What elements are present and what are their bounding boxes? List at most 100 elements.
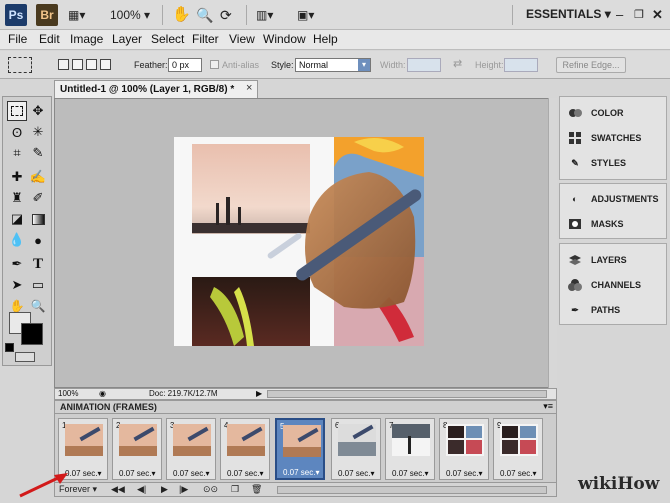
default-colors-icon[interactable]: [5, 343, 14, 352]
zoom-tool-icon[interactable]: 🔍: [196, 6, 213, 24]
panel-layers[interactable]: LAYERS: [568, 251, 627, 269]
close-window-icon[interactable]: ✕: [652, 6, 663, 24]
dodge-tool-icon[interactable]: ●: [28, 230, 48, 250]
view-extras-icon[interactable]: ▦▾: [68, 6, 85, 24]
frame-delay[interactable]: 0.07 sec.▾: [283, 468, 319, 477]
blur-tool-icon[interactable]: 💧: [7, 230, 27, 250]
animation-frame[interactable]: 4 0.07 sec.▾: [220, 418, 270, 480]
horizontal-scrollbar[interactable]: [267, 390, 547, 398]
menu-file[interactable]: File: [8, 32, 27, 46]
animation-frame[interactable]: 9 0.07 sec.▾: [493, 418, 543, 480]
tools-panel: ✥ ʘ ✳ ⌗ ✎ ✚ ✍ ♜ ✐ ◪ 💧 ● ✒ T ➤ ▭ ✋ 🔍: [2, 96, 52, 366]
menu-help[interactable]: Help: [313, 32, 338, 46]
animation-frame[interactable]: 8 0.07 sec.▾: [439, 418, 489, 480]
refine-edge-button[interactable]: Refine Edge...: [556, 57, 626, 73]
style-select[interactable]: Normal ▾: [295, 58, 371, 72]
rotate-view-icon[interactable]: ⟳: [220, 6, 232, 24]
pen-tool-icon[interactable]: ✒: [7, 254, 27, 274]
document-tab[interactable]: Untitled-1 @ 100% (Layer 1, RGB/8) *: [54, 80, 258, 98]
frame-delay[interactable]: 0.07 sec.▾: [446, 469, 482, 478]
menu-layer[interactable]: Layer: [112, 32, 142, 46]
panel-paths[interactable]: ✒ PATHS: [568, 301, 620, 319]
frame-delay[interactable]: 0.07 sec.▾: [392, 469, 428, 478]
quick-mask-icon[interactable]: [15, 352, 35, 362]
clone-stamp-tool-icon[interactable]: ♜: [7, 188, 27, 208]
animation-frame[interactable]: 6 0.07 sec.▾: [331, 418, 381, 480]
brush-tool-icon[interactable]: ✍: [28, 167, 48, 187]
frame-delay[interactable]: 0.07 sec.▾: [119, 469, 155, 478]
screen-mode-icon[interactable]: ▣▾: [297, 6, 314, 24]
new-selection-icon[interactable]: [58, 59, 69, 70]
rectangular-marquee-tool-icon[interactable]: [7, 101, 27, 121]
frame-delay[interactable]: 0.07 sec.▾: [227, 469, 263, 478]
menu-window[interactable]: Window: [263, 32, 306, 46]
animation-frame[interactable]: 7 0.07 sec.▾: [385, 418, 435, 480]
width-input[interactable]: [407, 58, 441, 72]
path-selection-tool-icon[interactable]: ➤: [7, 275, 27, 295]
intersect-selection-icon[interactable]: [100, 59, 111, 70]
panel-styles[interactable]: ✎ STYLES: [568, 154, 626, 172]
first-frame-icon[interactable]: ◀◀: [111, 484, 125, 495]
rectangle-shape-tool-icon[interactable]: ▭: [28, 275, 48, 295]
panel-masks-label: MASKS: [591, 219, 624, 229]
menu-view[interactable]: View: [229, 32, 255, 46]
lasso-tool-icon[interactable]: ʘ: [7, 122, 27, 142]
panel-swatches[interactable]: SWATCHES: [568, 129, 641, 147]
animation-frame[interactable]: 2 0.07 sec.▾: [112, 418, 162, 480]
eraser-tool-icon[interactable]: ◪: [7, 209, 27, 229]
workspace-switcher[interactable]: ESSENTIALS ▾: [526, 7, 611, 21]
type-tool-icon[interactable]: T: [28, 254, 48, 274]
add-selection-icon[interactable]: [72, 59, 83, 70]
menu-select[interactable]: Select: [151, 32, 184, 46]
marquee-preset-icon[interactable]: [8, 57, 32, 73]
frame-delay[interactable]: 0.07 sec.▾: [338, 469, 374, 478]
status-info-icon[interactable]: ◉: [99, 389, 106, 399]
delete-frame-icon[interactable]: 🗑: [251, 484, 262, 495]
frame-delay[interactable]: 0.07 sec.▾: [173, 469, 209, 478]
panel-adjustments-label: ADJUSTMENTS: [591, 194, 659, 204]
duplicate-frame-icon[interactable]: ❐: [231, 484, 239, 495]
bridge-launch-button[interactable]: Br: [36, 4, 58, 26]
menu-filter[interactable]: Filter: [192, 32, 219, 46]
history-brush-tool-icon[interactable]: ✐: [28, 188, 48, 208]
panel-color[interactable]: COLOR: [568, 104, 624, 122]
status-zoom-value[interactable]: 100%: [58, 389, 78, 399]
panel-adjustments[interactable]: ◐ ADJUSTMENTS: [568, 190, 659, 208]
swap-dimensions-icon[interactable]: ⇄: [453, 57, 462, 70]
eyedropper-tool-icon[interactable]: ✎: [28, 143, 48, 163]
hand-tool-icon[interactable]: ✋: [172, 6, 191, 24]
tween-icon[interactable]: ⊙⊙: [203, 484, 218, 495]
height-input[interactable]: [504, 58, 538, 72]
panel-masks[interactable]: MASKS: [568, 215, 624, 233]
frame-thumbnail: [446, 424, 484, 456]
menu-edit[interactable]: Edit: [39, 32, 60, 46]
healing-brush-tool-icon[interactable]: ✚: [7, 167, 27, 187]
close-document-icon[interactable]: ×: [246, 82, 252, 94]
panel-channels[interactable]: CHANNELS: [568, 276, 641, 294]
play-icon[interactable]: ▶: [161, 484, 168, 495]
move-tool-icon[interactable]: ✥: [28, 101, 48, 121]
arrange-documents-icon[interactable]: ▥▾: [256, 6, 273, 24]
next-frame-icon[interactable]: |▶: [179, 484, 188, 495]
antialias-checkbox[interactable]: [210, 60, 219, 69]
zoom-level-dropdown[interactable]: 100% ▾: [110, 6, 150, 24]
menu-image[interactable]: Image: [70, 32, 103, 46]
minimize-icon[interactable]: –: [616, 6, 623, 24]
feather-input[interactable]: 0 px: [168, 58, 202, 72]
previous-frame-icon[interactable]: ◀|: [137, 484, 146, 495]
canvas-image[interactable]: [174, 137, 424, 346]
status-menu-arrow-icon[interactable]: ▶: [256, 389, 262, 399]
restore-icon[interactable]: ❐: [634, 6, 644, 24]
magic-wand-tool-icon[interactable]: ✳: [28, 122, 48, 142]
subtract-selection-icon[interactable]: [86, 59, 97, 70]
panel-menu-icon[interactable]: ▾≡: [543, 401, 553, 412]
frame-delay[interactable]: 0.07 sec.▾: [500, 469, 536, 478]
zoom-panel-tool-icon[interactable]: 🔍: [28, 296, 48, 316]
frames-scrollbar[interactable]: [277, 486, 547, 494]
animation-frame[interactable]: 3 0.07 sec.▾: [166, 418, 216, 480]
gradient-tool-icon[interactable]: [28, 209, 48, 229]
vertical-scrollbar[interactable]: [548, 98, 557, 388]
crop-tool-icon[interactable]: ⌗: [7, 143, 27, 163]
animation-frame-selected[interactable]: 5 0.07 sec.▾: [275, 418, 325, 480]
background-color-swatch[interactable]: [21, 323, 43, 345]
